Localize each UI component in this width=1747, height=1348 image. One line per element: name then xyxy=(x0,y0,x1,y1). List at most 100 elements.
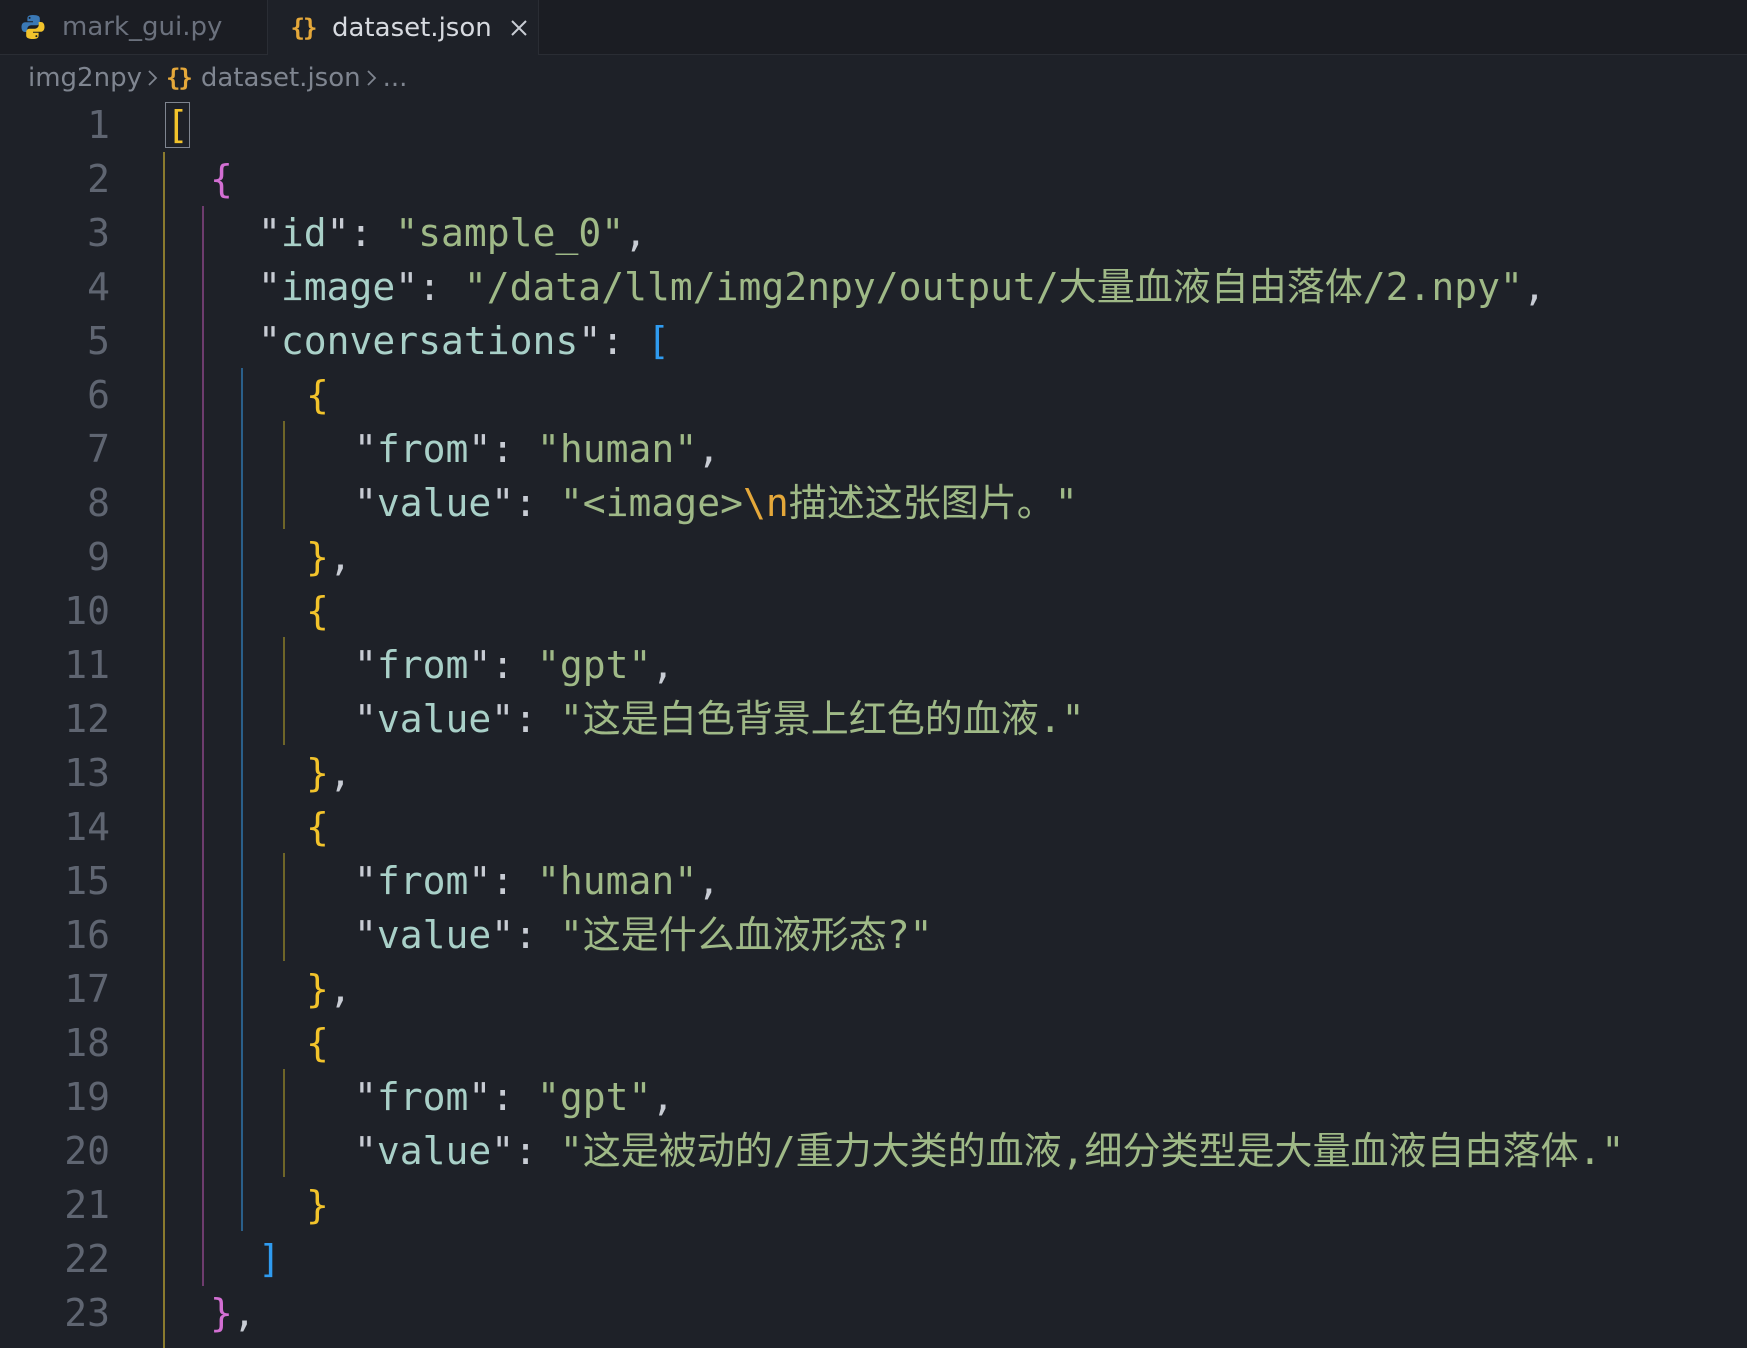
code-line[interactable]: 1[ xyxy=(0,98,1747,152)
line-number: 20 xyxy=(64,1129,110,1173)
code-line[interactable]: 9}, xyxy=(0,530,1747,584)
code-token: " xyxy=(354,427,377,471)
code-token: image xyxy=(280,265,396,309)
line-number: 21 xyxy=(64,1183,110,1227)
tab-label: mark_gui.py xyxy=(62,12,223,42)
code-token: ] xyxy=(258,1237,281,1281)
code-token: , xyxy=(232,1291,256,1335)
code-token: " xyxy=(354,1129,377,1173)
breadcrumb-folder[interactable]: img2npy xyxy=(28,63,142,93)
code-token: "human" xyxy=(537,859,698,903)
code-token: { xyxy=(306,373,329,417)
code-token: "gpt" xyxy=(537,1075,652,1119)
code-token: [ xyxy=(165,102,190,148)
line-number: 16 xyxy=(64,913,110,957)
code-token: "human" xyxy=(537,427,698,471)
code-token: ": xyxy=(326,211,396,255)
code-line[interactable]: 2{ xyxy=(0,152,1747,206)
code-text: "id": "sample_0", xyxy=(258,206,647,260)
tab-mark-gui-py[interactable]: mark_gui.py xyxy=(0,0,268,54)
code-line[interactable]: 6{ xyxy=(0,368,1747,422)
code-token: , xyxy=(651,643,675,687)
code-text: }, xyxy=(306,746,352,800)
line-number: 8 xyxy=(87,481,110,525)
code-text: { xyxy=(210,152,233,206)
tab-dataset-json[interactable]: {} dataset.json xyxy=(268,0,539,55)
chevron-right-icon xyxy=(361,69,383,87)
breadcrumb: img2npy {} dataset.json ... xyxy=(28,58,407,98)
code-text: }, xyxy=(306,962,352,1016)
line-number: 5 xyxy=(87,319,110,363)
line-number: 19 xyxy=(64,1075,110,1119)
python-file-icon xyxy=(18,12,48,42)
line-number: 9 xyxy=(87,535,110,579)
code-line[interactable]: 15 "from": "human", xyxy=(0,854,1747,908)
code-line[interactable]: 19 "from": "gpt", xyxy=(0,1070,1747,1124)
code-line[interactable]: 22] xyxy=(0,1232,1747,1286)
code-token: 描述这张图片。" xyxy=(788,481,1078,525)
code-token: ": xyxy=(578,319,647,363)
json-braces-icon: {} xyxy=(290,13,318,42)
code-line[interactable]: 10 { xyxy=(0,584,1747,638)
code-text: "from": "human", xyxy=(354,854,720,908)
code-line[interactable]: 21} xyxy=(0,1178,1747,1232)
editor-tab-bar: mark_gui.py {} dataset.json xyxy=(0,0,1747,55)
code-token: { xyxy=(306,589,329,633)
code-line[interactable]: 13}, xyxy=(0,746,1747,800)
code-token: value xyxy=(376,913,492,957)
code-line[interactable]: 16 "value": "这是什么血液形态?" xyxy=(0,908,1747,962)
code-token: " xyxy=(354,913,377,957)
close-icon[interactable] xyxy=(506,15,532,41)
code-token: , xyxy=(1522,265,1546,309)
line-number: 14 xyxy=(64,805,110,849)
code-line[interactable]: 4 "image": "/data/llm/img2npy/output/大量血液… xyxy=(0,260,1747,314)
line-number: 23 xyxy=(64,1291,110,1335)
code-token: from xyxy=(376,1075,469,1119)
code-token: "/data/llm/img2npy/output/大量血液自由落体/2.npy… xyxy=(463,265,1523,309)
code-line[interactable]: 3 "id": "sample_0", xyxy=(0,206,1747,260)
code-line[interactable]: 17}, xyxy=(0,962,1747,1016)
code-token: value xyxy=(376,481,492,525)
code-text: { xyxy=(306,368,329,422)
code-token: "这是什么血液形态?" xyxy=(559,913,933,957)
code-token: ": xyxy=(491,913,560,957)
code-token: \n xyxy=(742,481,789,525)
line-number: 6 xyxy=(87,373,110,417)
breadcrumb-file[interactable]: dataset.json xyxy=(201,63,361,93)
code-line[interactable]: 20 "value": "这是被动的/重力大类的血液,细分类型是大量血液自由落体.… xyxy=(0,1124,1747,1178)
breadcrumb-more[interactable]: ... xyxy=(383,63,408,93)
code-line[interactable]: 8 "value": "<image>\n描述这张图片。" xyxy=(0,476,1747,530)
code-text: "image": "/data/llm/img2npy/output/大量血液自… xyxy=(258,260,1546,314)
code-text: "from": "human", xyxy=(354,422,720,476)
line-number: 10 xyxy=(64,589,110,633)
code-token: ": xyxy=(468,859,538,903)
code-text: ] xyxy=(258,1232,281,1286)
code-token: ": xyxy=(491,697,560,741)
code-line[interactable]: 12 "value": "这是白色背景上红色的血液." xyxy=(0,692,1747,746)
code-line[interactable]: 11 "from": "gpt", xyxy=(0,638,1747,692)
code-token: , xyxy=(624,211,647,255)
code-line[interactable]: 18 { xyxy=(0,1016,1747,1070)
code-token: " xyxy=(354,643,377,687)
line-number: 4 xyxy=(87,265,110,309)
code-token: from xyxy=(376,859,469,903)
code-text: }, xyxy=(210,1286,256,1340)
code-text: "from": "gpt", xyxy=(354,1070,674,1124)
line-number: 3 xyxy=(87,211,110,255)
code-text: } xyxy=(306,1178,329,1232)
code-line[interactable]: 7 "from": "human", xyxy=(0,422,1747,476)
code-token: value xyxy=(376,1129,492,1173)
code-token: " xyxy=(354,859,377,903)
code-token: " xyxy=(258,319,281,363)
code-line[interactable]: 5 "conversations": [ xyxy=(0,314,1747,368)
code-text: "value": "这是什么血液形态?" xyxy=(354,908,933,962)
code-line[interactable]: 14 { xyxy=(0,800,1747,854)
code-text: }, xyxy=(306,530,352,584)
code-token: from xyxy=(376,643,469,687)
code-text: "from": "gpt", xyxy=(354,638,674,692)
code-token: } xyxy=(306,967,329,1011)
code-line[interactable]: 23}, xyxy=(0,1286,1747,1340)
line-number: 17 xyxy=(64,967,110,1011)
code-editor[interactable]: 1[2{3 "id": "sample_0", 4 "image": "/data/l… xyxy=(0,98,1747,1348)
code-token: , xyxy=(651,1075,675,1119)
